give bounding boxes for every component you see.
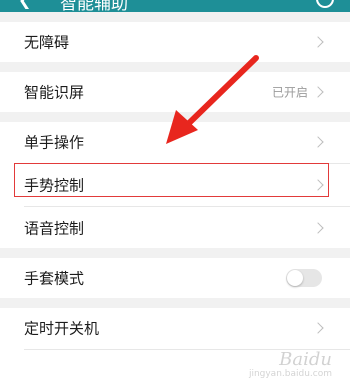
glove-mode-toggle[interactable]: [286, 269, 322, 287]
row-label: 定时开关机: [24, 319, 100, 338]
row-label: 无障碍: [24, 33, 70, 52]
back-icon[interactable]: ❮: [18, 0, 31, 9]
watermark-url: jingyan.baidu.com: [248, 369, 332, 379]
highlight-box: [14, 163, 329, 197]
status-value: 已开启: [271, 85, 308, 100]
page-title: 智能辅助: [60, 0, 128, 12]
row-accessibility[interactable]: 无障碍: [0, 22, 350, 62]
card-glove: 手套模式: [0, 258, 350, 298]
watermark-brand: Baidu: [279, 349, 332, 370]
card-smart-screen: 智能识屏 已开启: [0, 72, 350, 112]
watermark: Baidu jingyan.baidu.com: [249, 349, 332, 379]
row-one-hand[interactable]: 单手操作: [0, 122, 350, 162]
row-label: 单手操作: [24, 133, 85, 152]
row-label: 手套模式: [24, 269, 85, 288]
row-label: 智能识屏: [24, 83, 85, 102]
chevron-right-icon: [312, 322, 324, 334]
divider: [24, 206, 350, 207]
chevron-right-icon: [312, 36, 324, 48]
title-bar: ❮ 智能辅助: [0, 0, 350, 12]
chevron-right-icon: [312, 222, 324, 234]
row-voice[interactable]: 语音控制: [0, 208, 350, 248]
row-scheduled-power[interactable]: 定时开关机: [0, 308, 350, 348]
chevron-right-icon: [312, 136, 324, 148]
chevron-right-icon: [312, 86, 324, 98]
search-icon[interactable]: [316, 0, 334, 8]
toggle-knob: [287, 270, 303, 286]
row-glove: 手套模式: [0, 258, 350, 298]
row-smart-screen[interactable]: 智能识屏 已开启: [0, 72, 350, 112]
row-label: 语音控制: [24, 219, 85, 238]
card-accessibility: 无障碍: [0, 22, 350, 62]
